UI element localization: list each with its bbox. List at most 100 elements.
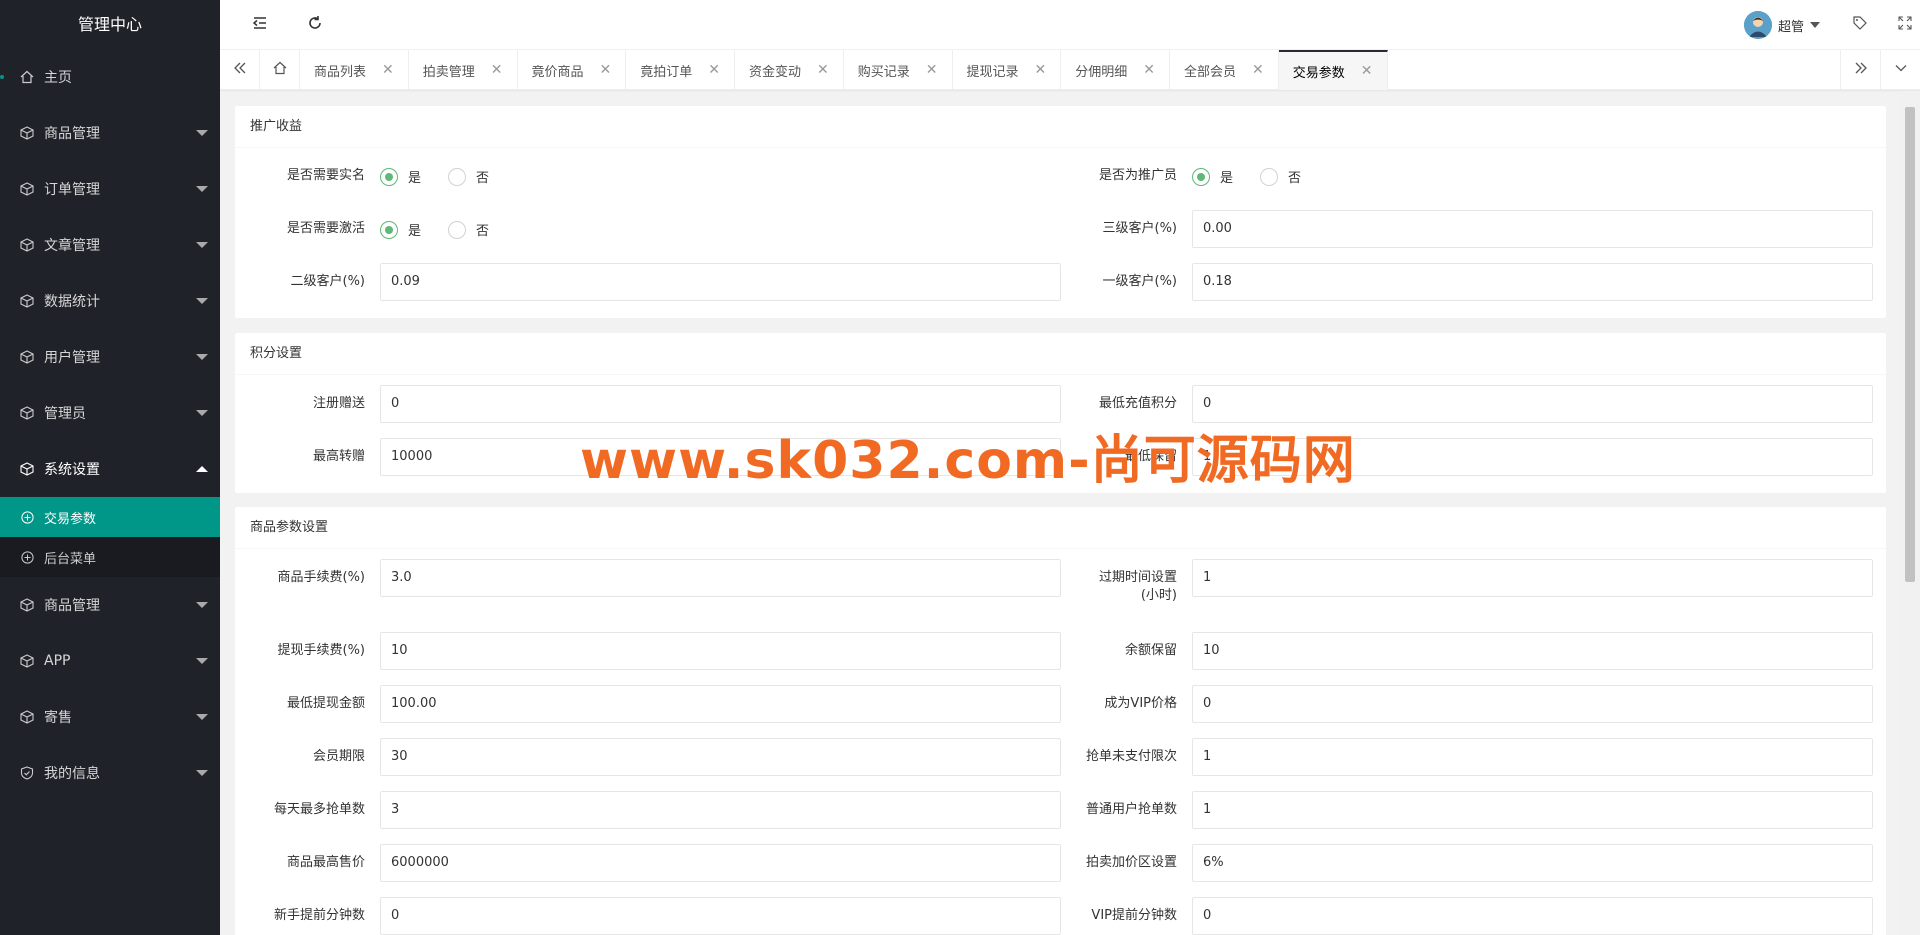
input-expire-hours[interactable]: 1 — [1192, 559, 1873, 597]
sidebar-item-users[interactable]: 用户管理 — [0, 329, 220, 385]
sidebar-item-home[interactable]: 主页 — [0, 49, 220, 105]
input-level1[interactable]: 0.18 — [1192, 263, 1873, 301]
cube-icon — [20, 598, 34, 612]
input-auction-markup[interactable]: 6% — [1192, 844, 1873, 882]
tab-goods-list[interactable]: 商品列表 ✕ — [300, 50, 409, 90]
close-icon[interactable]: ✕ — [1252, 62, 1264, 78]
input-normal-user-orders[interactable]: 1 — [1192, 791, 1873, 829]
input-vip-minutes[interactable]: 0 — [1192, 897, 1873, 935]
double-chevron-right-icon — [1854, 61, 1868, 79]
label-vip-minutes: VIP提前分钟数 — [1091, 908, 1177, 923]
radio-need-activate-yes[interactable]: 是 — [380, 220, 421, 239]
sidebar-item-app[interactable]: APP — [0, 633, 220, 689]
close-icon[interactable]: ✕ — [817, 62, 829, 78]
collapse-sidebar-button[interactable] — [235, 0, 285, 50]
top-header: 超管 — [220, 0, 1920, 50]
sidebar-item-label: 商品管理 — [44, 598, 100, 614]
chevron-down-icon — [196, 298, 208, 304]
chevron-down-icon — [196, 130, 208, 136]
tab-auction-manage[interactable]: 拍卖管理 ✕ — [409, 50, 518, 90]
label-need-activate: 是否需要激活 — [286, 221, 365, 236]
tab-bidding-goods[interactable]: 竟价商品 ✕ — [518, 50, 627, 90]
input-balance-keep[interactable]: 10 — [1192, 632, 1873, 670]
radio-unchecked-icon — [448, 167, 466, 186]
radio-is-promoter-no[interactable]: 否 — [1260, 167, 1301, 186]
label-level3: 三级客户(%) — [1102, 221, 1178, 236]
label-expire-hours: 过期时间设置(小时) — [1098, 570, 1177, 603]
tab-label: 商品列表 — [314, 64, 367, 80]
user-menu[interactable]: 超管 — [1743, 0, 1820, 50]
content-scrollbar[interactable] — [1900, 91, 1920, 935]
sidebar-item-label: 管理员 — [44, 406, 86, 422]
sidebar-item-goods[interactable]: 商品管理 — [0, 105, 220, 161]
sidebar-subitem-trade-params[interactable]: 交易参数 — [0, 497, 220, 537]
label-min-recharge: 最低充值积分 — [1098, 396, 1177, 411]
sidebar-submenu: 交易参数 后台菜单 — [0, 497, 220, 577]
tag-icon — [1852, 15, 1868, 35]
close-icon[interactable]: ✕ — [1143, 62, 1155, 78]
chevron-down-icon — [196, 354, 208, 360]
radio-need-realname-no[interactable]: 否 — [448, 167, 489, 186]
radio-label: 否 — [476, 171, 490, 186]
cube-icon — [20, 182, 34, 196]
sidebar-item-orders[interactable]: 订单管理 — [0, 161, 220, 217]
tab-purchase-records[interactable]: 购买记录 ✕ — [844, 50, 953, 90]
tabs-scroll-left-button[interactable] — [220, 50, 260, 90]
close-icon[interactable]: ✕ — [1361, 63, 1373, 79]
plus-circle-icon — [20, 510, 34, 524]
tag-button[interactable] — [1835, 0, 1885, 50]
label-level1: 一级客户(%) — [1102, 274, 1178, 289]
radio-is-promoter-yes[interactable]: 是 — [1192, 167, 1233, 186]
sidebar-item-goods-2[interactable]: 商品管理 — [0, 577, 220, 633]
sidebar-item-system-settings[interactable]: 系统设置 — [0, 441, 220, 497]
refresh-icon — [307, 15, 323, 35]
tab-commission-details[interactable]: 分佣明细 ✕ — [1061, 50, 1170, 90]
close-icon[interactable]: ✕ — [926, 62, 938, 78]
tab-home[interactable] — [260, 50, 300, 90]
label-max-price: 商品最高售价 — [286, 855, 365, 870]
radio-label: 否 — [476, 224, 490, 239]
sidebar-subitem-admin-menu[interactable]: 后台菜单 — [0, 537, 220, 577]
close-icon[interactable]: ✕ — [491, 62, 503, 78]
tabs-menu-button[interactable] — [1880, 50, 1920, 90]
sidebar-item-label: 系统设置 — [44, 462, 100, 478]
radio-label: 否 — [1288, 171, 1302, 186]
sidebar-item-articles[interactable]: 文章管理 — [0, 217, 220, 273]
label-level2: 二级客户(%) — [290, 274, 366, 289]
close-icon[interactable]: ✕ — [708, 62, 720, 78]
tab-label: 竟价商品 — [531, 64, 584, 80]
radio-label: 是 — [408, 224, 422, 239]
sidebar-item-my-info[interactable]: 我的信息 — [0, 745, 220, 801]
sidebar-item-stats[interactable]: 数据统计 — [0, 273, 220, 329]
label-min-withdraw: 最低提现金额 — [286, 696, 365, 711]
sidebar-item-consignment[interactable]: 寄售 — [0, 689, 220, 745]
cube-icon — [20, 654, 34, 668]
sidebar-item-admins[interactable]: 管理员 — [0, 385, 220, 441]
radio-need-realname-yes[interactable]: 是 — [380, 167, 421, 186]
close-icon[interactable]: ✕ — [1035, 62, 1047, 78]
scrollbar-thumb[interactable] — [1905, 107, 1915, 582]
input-unpaid-limit[interactable]: 1 — [1192, 738, 1873, 776]
caret-down-icon — [1810, 22, 1820, 28]
tab-bidding-orders[interactable]: 竟拍订单 ✕ — [626, 50, 735, 90]
input-goods-fee[interactable]: 3.0 — [380, 559, 1061, 597]
close-icon[interactable]: ✕ — [382, 62, 394, 78]
chevron-down-icon — [196, 186, 208, 192]
tab-trade-params[interactable]: 交易参数 ✕ — [1278, 50, 1388, 90]
tab-withdraw-records[interactable]: 提现记录 ✕ — [953, 50, 1062, 90]
input-vip-price[interactable]: 0 — [1192, 685, 1873, 723]
chevron-down-icon — [196, 410, 208, 416]
tabs-scroll-right-button[interactable] — [1840, 50, 1880, 90]
tab-all-members[interactable]: 全部会员 ✕ — [1170, 50, 1279, 90]
radio-need-activate-no[interactable]: 否 — [448, 220, 489, 239]
fullscreen-button[interactable] — [1880, 0, 1920, 50]
tab-fund-changes[interactable]: 资金变动 ✕ — [735, 50, 844, 90]
cube-icon — [20, 294, 34, 308]
close-icon[interactable]: ✕ — [600, 62, 612, 78]
tab-label: 提现记录 — [966, 64, 1019, 80]
tab-label: 拍卖管理 — [422, 64, 475, 80]
refresh-button[interactable] — [290, 0, 340, 50]
input-level3[interactable]: 0.00 — [1192, 210, 1873, 248]
sidebar-item-label: 用户管理 — [44, 350, 100, 366]
chevron-down-icon — [196, 770, 208, 776]
